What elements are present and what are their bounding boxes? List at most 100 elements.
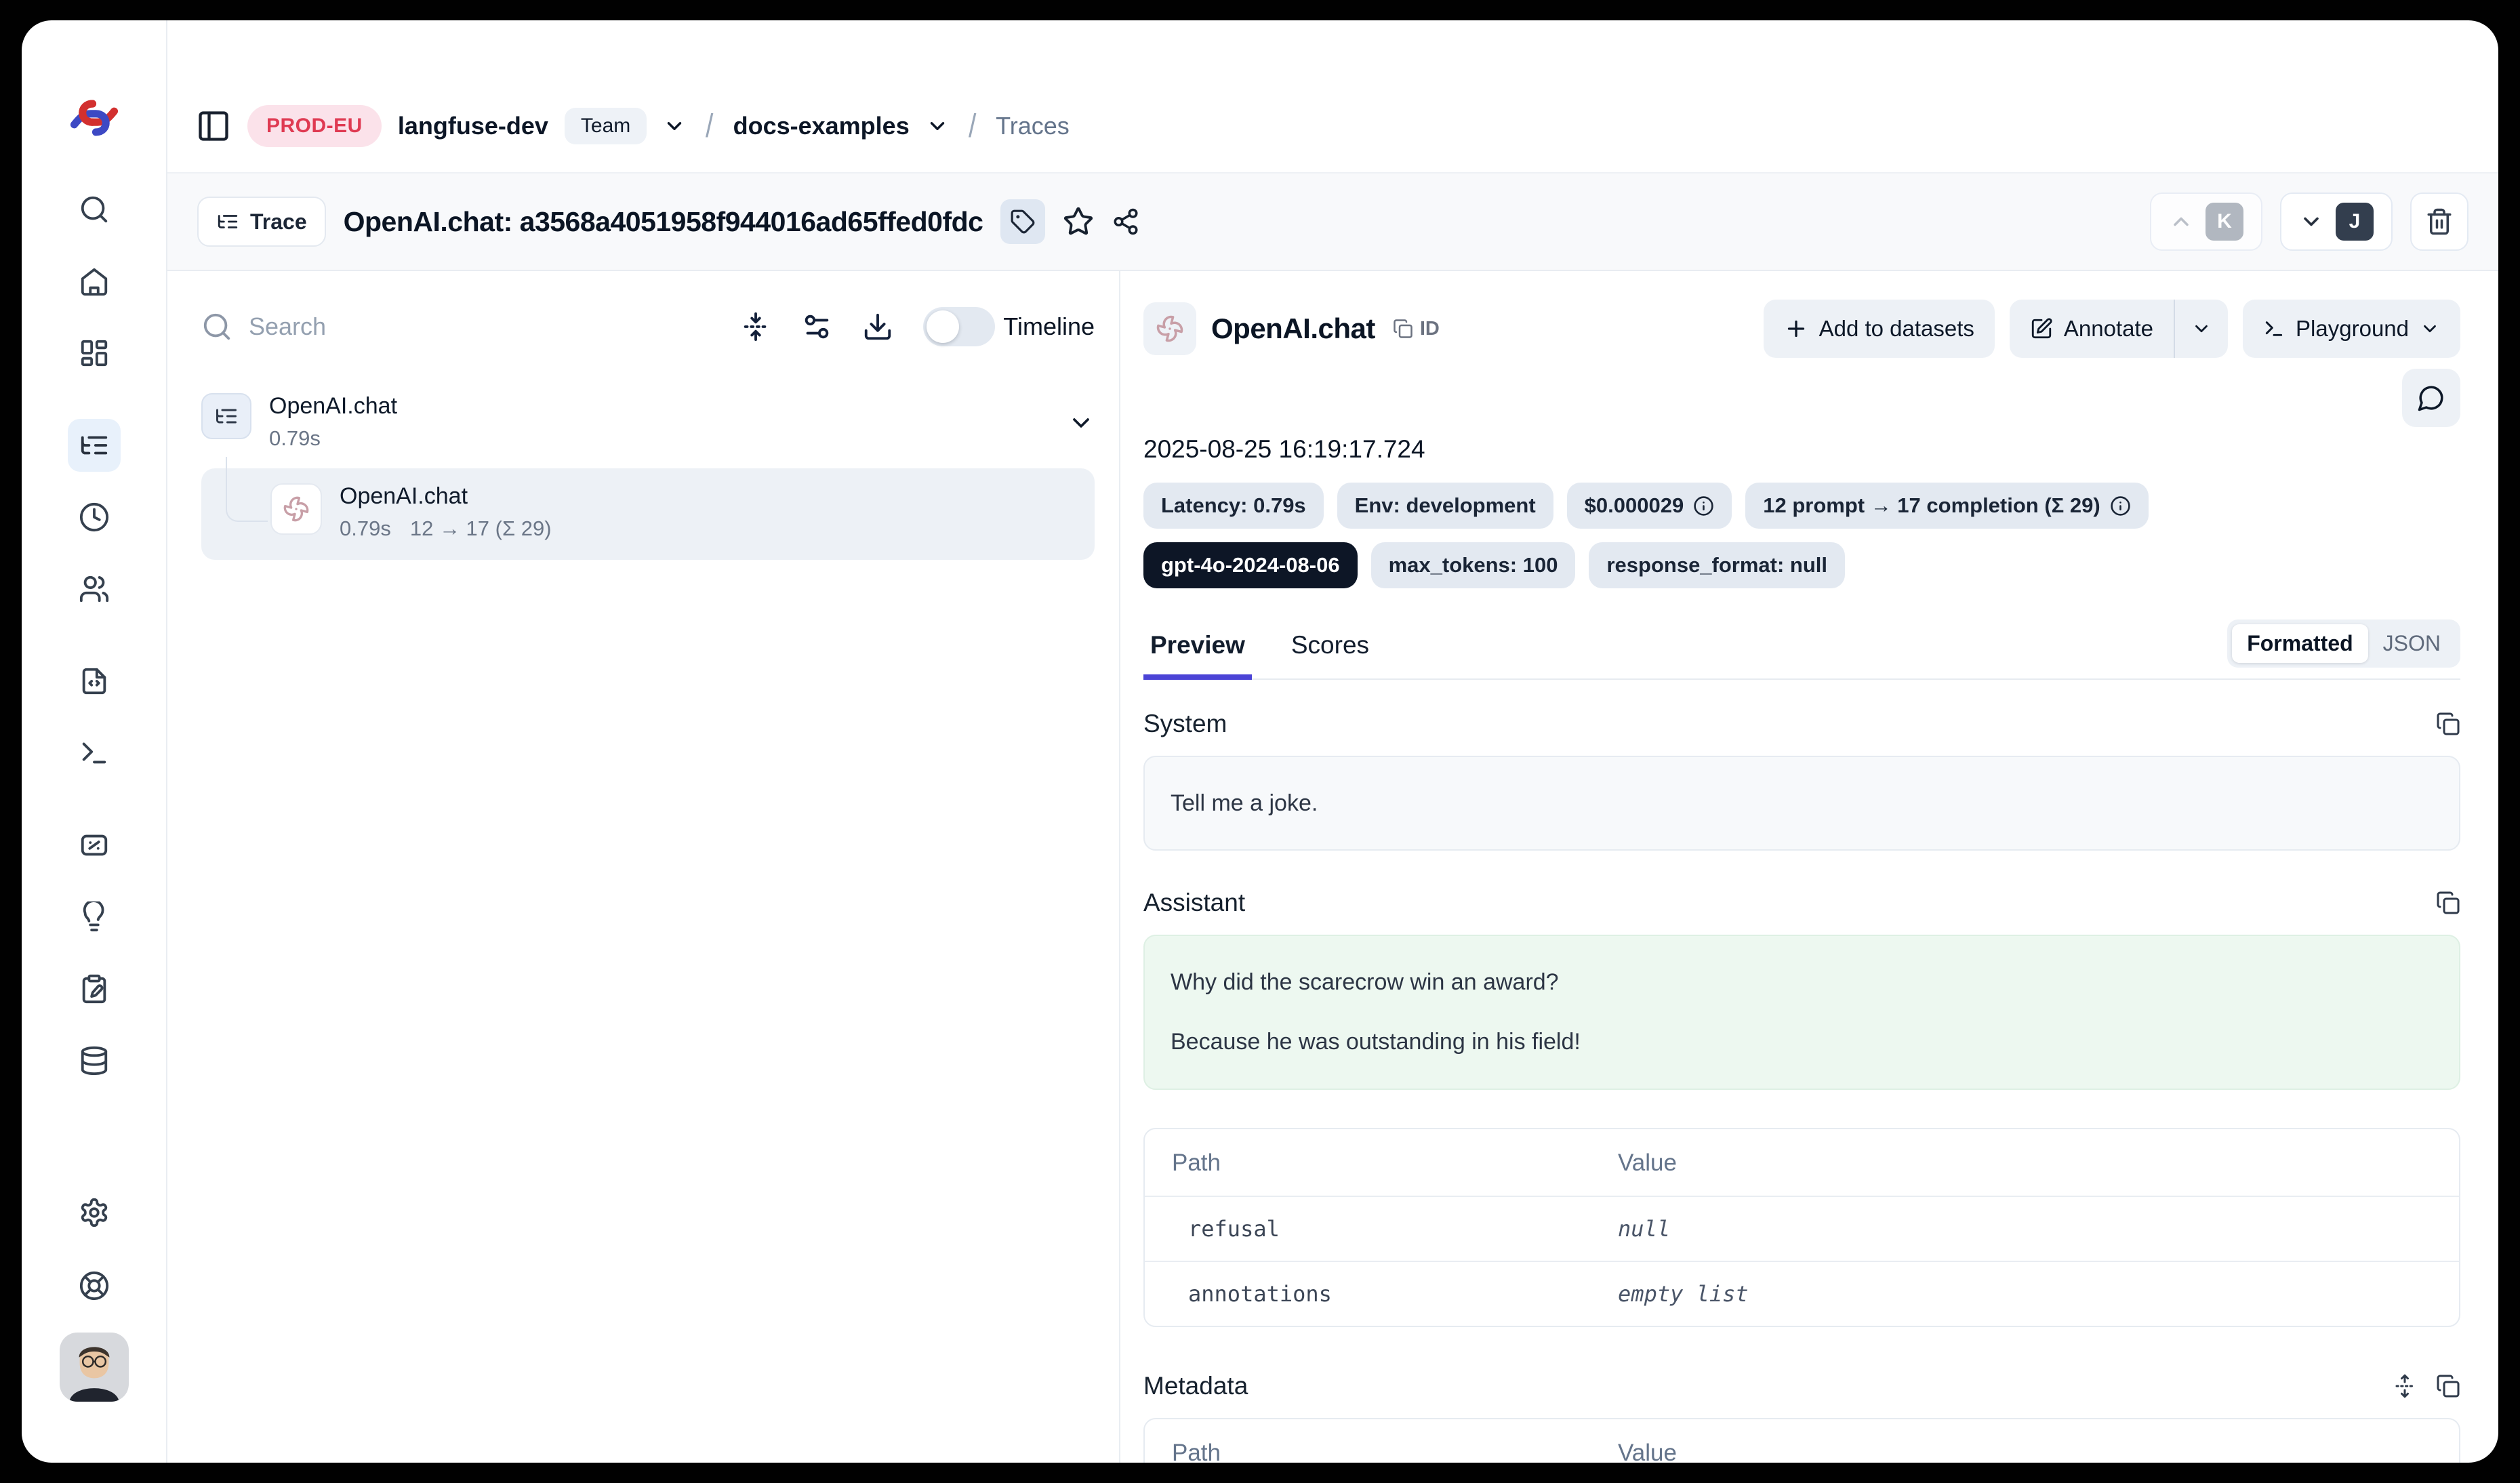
breadcrumb-project[interactable]: docs-examples <box>733 112 910 140</box>
expand-icon[interactable] <box>2393 1374 2417 1398</box>
copy-id-button[interactable]: ID <box>1393 318 1440 340</box>
tab-preview[interactable]: Preview <box>1143 631 1252 678</box>
playground-button[interactable]: Playground <box>2243 300 2460 358</box>
system-message-box: Tell me a joke. <box>1143 756 2460 851</box>
chevron-down-icon <box>2299 209 2323 234</box>
annotate-label: Annotate <box>2064 316 2153 342</box>
rail-nav <box>60 183 129 1463</box>
home-icon[interactable] <box>68 255 121 308</box>
column-path: Path <box>1145 1419 1618 1463</box>
sessions-icon[interactable] <box>68 491 121 544</box>
section-actions <box>2436 891 2460 915</box>
kbd-k: K <box>2206 203 2243 241</box>
node-stats: 0.79s12 → 17 (Σ 29) <box>340 516 552 541</box>
info-icon <box>1693 495 1714 516</box>
org-chevron-down-icon[interactable] <box>663 115 686 138</box>
comments-button[interactable] <box>2402 369 2460 427</box>
assistant-heading: Assistant <box>1143 889 1245 917</box>
prompts-icon[interactable] <box>68 655 121 708</box>
next-trace-button[interactable]: J <box>2280 192 2393 251</box>
share-icon[interactable] <box>1112 207 1140 236</box>
annotate-dropdown-button[interactable] <box>2175 300 2228 358</box>
column-path: Path <box>1145 1129 1618 1196</box>
info-icon <box>2110 495 2131 516</box>
table-header-row: Path Value <box>1145 1419 2459 1463</box>
section-actions <box>2393 1374 2460 1398</box>
tree-node-root[interactable]: OpenAI.chat 0.79s <box>201 393 1095 451</box>
view-settings-icon[interactable] <box>801 311 832 342</box>
model-badge[interactable]: gpt-4o-2024-08-06 <box>1143 542 1358 588</box>
environment-badge[interactable]: PROD-EU <box>247 105 382 147</box>
chevron-down-icon <box>2420 319 2440 339</box>
detail-actions: Add to datasets Annotate <box>1764 300 2460 358</box>
copy-icon[interactable] <box>2436 1374 2460 1398</box>
observation-timestamp: 2025-08-25 16:19:17.724 <box>1143 435 2460 464</box>
row-value: null <box>1618 1197 2459 1261</box>
insights-icon[interactable] <box>68 891 121 943</box>
observation-detail-panel: OpenAI.chat ID Add to datasets <box>1120 271 2498 1463</box>
evaluation-icon[interactable] <box>68 819 121 872</box>
timeline-label: Timeline <box>1003 312 1095 341</box>
copy-icon[interactable] <box>2436 712 2460 736</box>
detail-tabs: Preview Scores Formatted JSON <box>1143 619 2460 680</box>
detail-header: OpenAI.chat ID Add to datasets <box>1143 300 2460 358</box>
timeline-toggle[interactable] <box>923 307 995 346</box>
annotate-button[interactable]: Annotate <box>2010 300 2174 358</box>
format-toggle: Formatted JSON <box>2227 619 2460 668</box>
tree-icon <box>216 210 239 233</box>
row-value: empty list <box>1618 1262 2459 1326</box>
search-icon[interactable] <box>68 183 121 236</box>
copy-icon[interactable] <box>2436 891 2460 915</box>
chevron-down-icon <box>2191 319 2212 339</box>
traces-icon[interactable] <box>68 419 121 472</box>
kbd-j: J <box>2336 203 2374 241</box>
tree-node-generation[interactable]: OpenAI.chat 0.79s12 → 17 (Σ 29) <box>201 468 1095 560</box>
sidebar-toggle-icon[interactable] <box>196 108 231 144</box>
cost-badge[interactable]: $0.000029 <box>1567 483 1732 529</box>
user-avatar[interactable] <box>60 1333 129 1402</box>
langfuse-logo[interactable] <box>67 96 121 140</box>
tag-icon[interactable] <box>1000 199 1045 244</box>
datasets-icon[interactable] <box>68 1034 121 1087</box>
trace-tree: OpenAI.chat 0.79s OpenAI.chat <box>201 393 1095 560</box>
collapse-node-chevron-icon[interactable] <box>1068 409 1095 451</box>
section-actions <box>2436 712 2460 736</box>
generation-icon <box>270 483 322 535</box>
delete-trace-button[interactable] <box>2410 192 2468 251</box>
tab-scores[interactable]: Scores <box>1284 631 1376 678</box>
detail-scroll-area[interactable]: System Tell me a joke. Assistant <box>1143 680 2460 1463</box>
breadcrumb-separator: / <box>969 108 976 145</box>
search-icon <box>201 311 232 342</box>
collapse-all-icon[interactable] <box>740 311 771 342</box>
support-icon[interactable] <box>68 1259 121 1312</box>
assistant-message-box: Why did the scarecrow win an award? Beca… <box>1143 935 2460 1089</box>
column-value: Value <box>1618 1419 2459 1463</box>
annotation-icon[interactable] <box>68 962 121 1015</box>
metadata-table: Path Value <box>1143 1418 2460 1463</box>
download-icon[interactable] <box>862 311 893 342</box>
assistant-section-header: Assistant <box>1143 889 2460 917</box>
playground-icon[interactable] <box>68 727 121 779</box>
users-icon[interactable] <box>68 563 121 615</box>
tokens-badge[interactable]: 12 prompt → 17 completion (Σ 29) <box>1745 483 2148 529</box>
add-to-datasets-button[interactable]: Add to datasets <box>1764 300 1995 358</box>
breadcrumb-section[interactable]: Traces <box>996 112 1070 140</box>
trace-title: OpenAI.chat: a3568a4051958f944016ad65ffe… <box>344 206 983 238</box>
format-json[interactable]: JSON <box>2368 624 2456 663</box>
search-input[interactable] <box>249 312 724 341</box>
column-value: Value <box>1618 1129 2459 1196</box>
star-icon[interactable] <box>1063 206 1094 237</box>
breadcrumb-org[interactable]: langfuse-dev <box>398 112 548 140</box>
format-formatted[interactable]: Formatted <box>2232 624 2367 663</box>
table-header-row: Path Value <box>1145 1129 2459 1196</box>
previous-trace-button[interactable]: K <box>2150 192 2262 251</box>
dashboard-icon[interactable] <box>68 327 121 380</box>
system-section-header: System <box>1143 710 2460 738</box>
project-chevron-down-icon[interactable] <box>926 115 949 138</box>
app-window: PROD-EU langfuse-dev Team / docs-example… <box>22 20 2498 1463</box>
node-title: OpenAI.chat <box>340 483 552 510</box>
trash-icon <box>2425 207 2454 236</box>
stat-badges-row: Latency: 0.79s Env: development $0.00002… <box>1143 483 2460 529</box>
settings-icon[interactable] <box>68 1186 121 1239</box>
org-role-badge: Team <box>565 108 647 144</box>
